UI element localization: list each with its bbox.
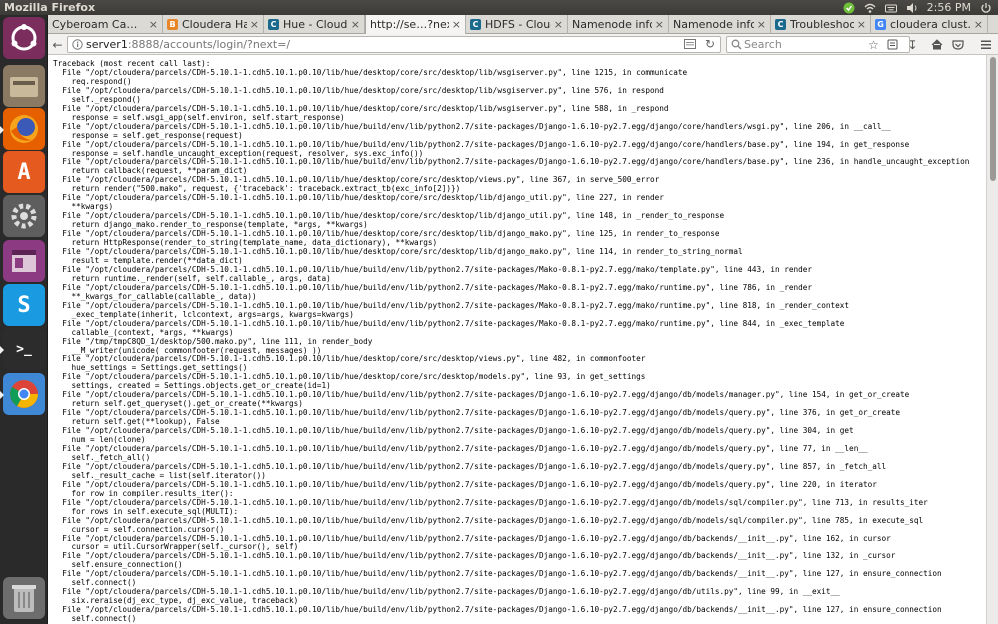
tab-label: Namenode infor… [673,18,754,31]
tab-label: cloudera clust… [890,18,971,31]
home-icon[interactable] [928,36,945,53]
tab-close-icon[interactable]: × [250,18,259,31]
files-icon[interactable] [3,65,45,107]
tab-label: Hue - Cloudera… [283,18,348,31]
navigation-toolbar: ← server1:8888/accounts/login/?next=/ ↻ … [48,34,998,55]
tab-6[interactable]: Namenode infor…× [568,15,669,34]
bookmark-star-icon[interactable]: ☆ [865,36,882,53]
tab-close-icon[interactable]: × [554,18,563,31]
scrollbar-thumb[interactable] [990,57,996,181]
traceback-line: File "/opt/cloudera/parcels/CDH-5.10.1-1… [53,67,688,77]
tab-label: Namenode infor… [572,18,652,31]
tab-label: http://se…?next=/ [370,18,449,31]
dash-home-icon[interactable] [3,17,45,59]
tab-favicon-icon: C [775,19,786,30]
panel-indicators: 2:56 PM [843,0,992,15]
error-traceback: Traceback (most recent call last): File … [53,59,969,624]
tab-favicon-icon: C [470,19,481,30]
vertical-scrollbar[interactable] [986,55,998,624]
reload-icon[interactable]: ↻ [705,37,715,51]
traceback-line: File "/opt/cloudera/parcels/CDH-5.10.1-1… [53,605,942,615]
pocket-icon[interactable] [949,36,966,53]
tab-5[interactable]: C HDFS - Cloude…× [466,15,568,34]
tab-close-icon[interactable]: × [149,18,158,31]
traceback-line: File "/opt/cloudera/parcels/CDH-5.10.1-1… [53,569,942,579]
reader-view-icon[interactable] [684,39,696,53]
downloads-icon[interactable]: ↧ [904,36,921,53]
traceback-line: File "/opt/cloudera/parcels/CDH-5.10.1-1… [53,193,664,203]
system-settings-icon[interactable] [3,195,45,237]
menu-icon[interactable] [977,36,994,53]
tab-label: Cyberoam Ca… [52,18,138,31]
page-content: Traceback (most recent call last): File … [48,55,986,624]
search-placeholder: Search [744,38,782,51]
traceback-line: File "/opt/cloudera/parcels/CDH-5.10.1-1… [53,443,868,453]
window-title: Mozilla Firefox [4,1,96,14]
tab-favicon-icon: B [167,19,178,30]
traceback-line: self.connect() [53,614,137,624]
terminal-icon[interactable]: >_ [0,328,45,370]
tab-close-icon[interactable]: × [857,18,866,31]
keyboard-icon[interactable] [884,2,897,14]
tab-4[interactable]: http://se…?next=/× [365,15,466,34]
tab-8[interactable]: C Troubleshooti…× [771,15,871,34]
tab-9[interactable]: Gcloudera clust… × [871,15,988,34]
chrome-icon[interactable] [0,373,45,415]
tab-close-icon[interactable]: × [452,18,461,31]
traceback-line: File "/opt/cloudera/parcels/CDH-5.10.1-1… [53,85,664,95]
search-icon [731,39,742,53]
tab-close-icon[interactable]: × [655,18,664,31]
launcher: A S >_ [0,15,48,624]
tab-close-icon[interactable]: × [757,18,766,31]
tab-favicon-icon: G [875,19,886,30]
traceback-line: File "/opt/cloudera/parcels/CDH-5.10.1-1… [53,426,854,436]
network-icon[interactable] [864,2,876,14]
site-info-icon[interactable] [72,39,83,53]
reading-list-icon[interactable] [884,36,901,53]
update-icon[interactable] [843,2,855,14]
tab-1[interactable]: Cyberoam Ca… × [48,15,163,34]
tab-close-icon[interactable]: × [974,18,983,31]
tab-2[interactable]: B Cloudera Had…× [163,15,264,34]
top-panel: Mozilla Firefox 2:56 PM [0,0,998,15]
firefox-icon[interactable] [0,108,45,150]
trash-icon[interactable] [3,577,45,619]
traceback-line: File "/opt/cloudera/parcels/CDH-5.10.1-1… [53,551,896,561]
tab-3[interactable]: C Hue - Cloudera…× [264,15,365,34]
power-icon[interactable] [980,2,992,14]
skype-icon[interactable]: S [3,284,45,326]
tab-favicon-icon: C [268,19,279,30]
software-center-icon[interactable]: A [3,151,45,193]
clock[interactable]: 2:56 PM [927,1,971,14]
back-button[interactable]: ← [49,36,66,53]
url-host: server1 [86,38,128,51]
tab-label: Cloudera Had… [182,18,247,31]
url-path: :8888/accounts/login/?next=/ [127,38,291,51]
search-bar[interactable]: Search [726,36,910,53]
tab-label: Troubleshooti… [790,18,854,31]
workspace-switcher-icon[interactable] [3,240,45,282]
tab-label: HDFS - Cloude… [485,18,551,31]
tab-close-icon[interactable]: × [351,18,360,31]
tab-strip: Cyberoam Ca…×BCloudera Had…×CHue - Cloud… [48,15,998,34]
url-bar[interactable]: server1:8888/accounts/login/?next=/ ↻ [67,36,721,53]
tab-7[interactable]: Namenode infor…× [669,15,771,34]
sound-icon[interactable] [906,2,918,14]
